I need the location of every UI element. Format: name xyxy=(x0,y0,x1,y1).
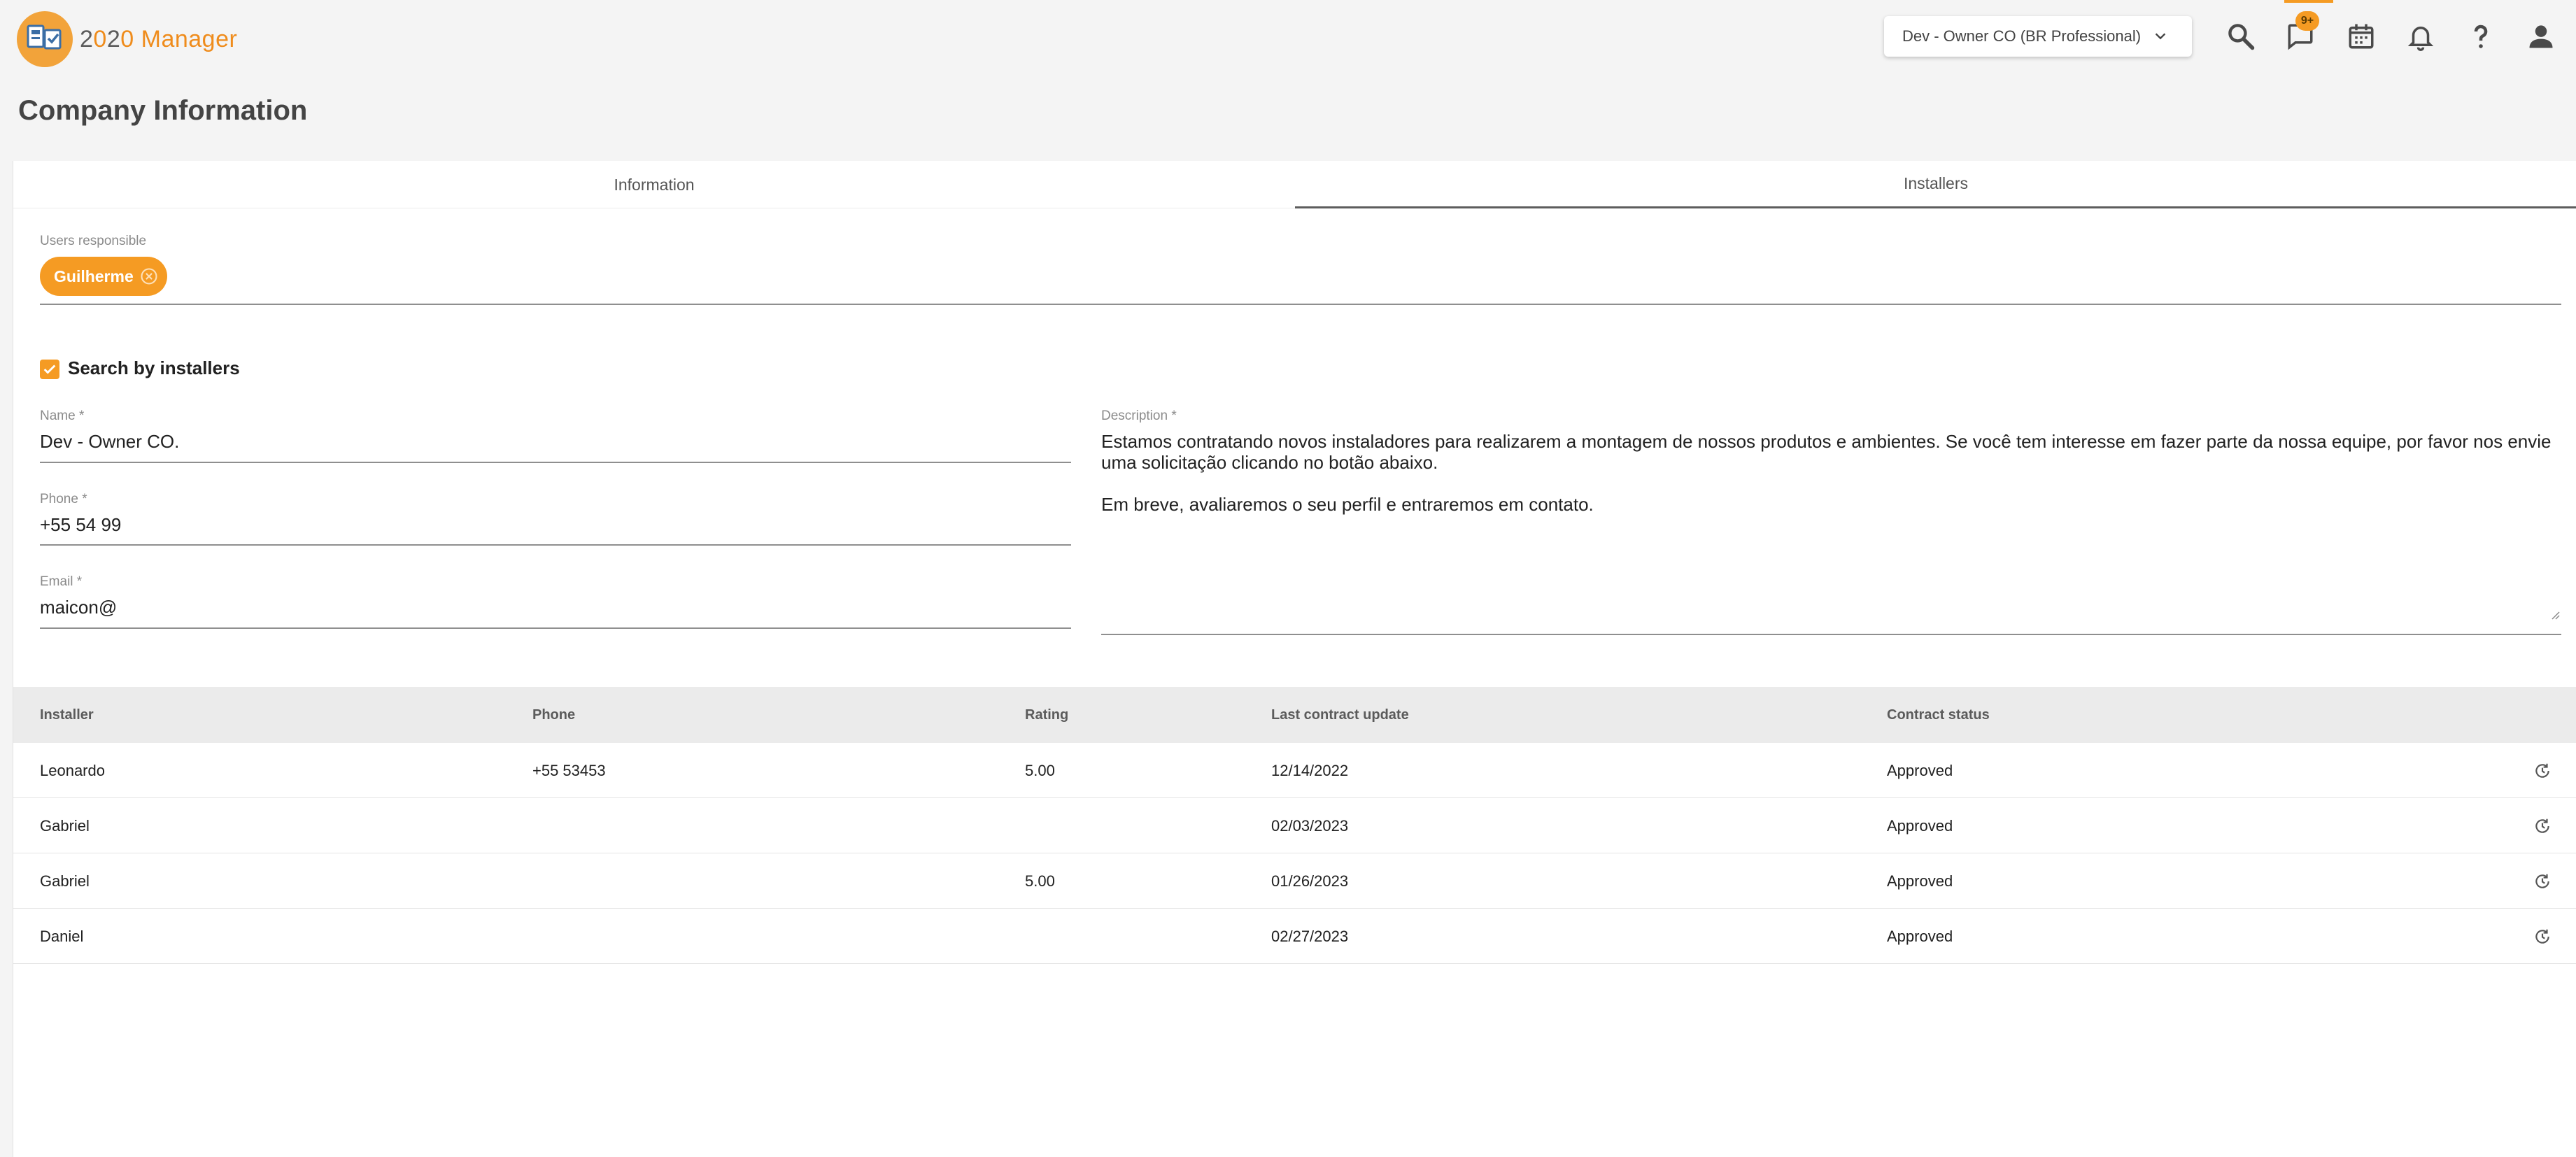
company-info-card: Information Installers Users responsible… xyxy=(13,161,2576,1157)
rating-cell: 5.00 xyxy=(1025,872,1055,890)
last-update-cell: 01/26/2023 xyxy=(1271,872,1349,890)
messages-indicator-line xyxy=(2284,0,2333,3)
resize-handle-icon[interactable] xyxy=(2549,609,2560,623)
page-title: Company Information xyxy=(18,95,308,126)
logo-badge-icon xyxy=(17,11,73,67)
installer-cell: Leonardo xyxy=(40,761,105,779)
table-row[interactable]: Gabriel 5.00 01/26/2023 Approved xyxy=(13,853,2576,909)
email-underline xyxy=(40,627,1071,629)
status-cell: Approved xyxy=(1887,816,1953,835)
user-chip-label: Guilherme xyxy=(54,267,134,285)
installer-cell: Daniel xyxy=(40,927,84,945)
logo-wordmark: 2020 Manager xyxy=(80,25,238,52)
bell-icon[interactable] xyxy=(2401,17,2440,56)
company-selector-label: Dev - Owner CO (BR Professional) xyxy=(1902,27,2142,45)
chevron-down-icon xyxy=(2153,29,2168,48)
last-update-cell: 02/27/2023 xyxy=(1271,927,1349,945)
table-row[interactable]: Gabriel 02/03/2023 Approved xyxy=(13,798,2576,853)
history-icon[interactable] xyxy=(2532,760,2553,781)
users-responsible-label: Users responsible xyxy=(40,234,147,248)
history-icon[interactable] xyxy=(2532,926,2553,947)
user-chip[interactable]: Guilherme xyxy=(40,257,167,296)
account-icon[interactable] xyxy=(2521,17,2561,56)
company-selector[interactable]: Dev - Owner CO (BR Professional) xyxy=(1884,16,2192,57)
last-update-cell: 02/03/2023 xyxy=(1271,816,1349,835)
search-by-installers-label: Search by installers xyxy=(68,357,240,378)
name-field[interactable]: Dev - Owner CO. xyxy=(40,431,179,453)
messages-badge: 9+ xyxy=(2295,11,2319,31)
table-row[interactable]: Daniel 02/27/2023 Approved xyxy=(13,909,2576,964)
description-label: Description * xyxy=(1101,409,1177,423)
column-header-last-contract-update[interactable]: Last contract update xyxy=(1271,687,1409,743)
search-icon[interactable] xyxy=(2221,17,2260,56)
status-cell: Approved xyxy=(1887,927,1953,945)
column-header-contract-status[interactable]: Contract status xyxy=(1887,687,1990,743)
rating-cell: 5.00 xyxy=(1025,761,1055,779)
description-paragraph: Estamos contratando novos instaladores p… xyxy=(1101,431,2552,473)
description-paragraph: Em breve, avaliaremos o seu perfil e ent… xyxy=(1101,494,1594,515)
phone-underline xyxy=(40,544,1071,546)
phone-cell: +55 53453 xyxy=(532,761,606,779)
name-label: Name * xyxy=(40,409,85,423)
table-row[interactable]: Leonardo +55 53453 5.00 12/14/2022 Appro… xyxy=(13,743,2576,798)
tab-information[interactable]: Information xyxy=(13,161,1295,208)
history-icon[interactable] xyxy=(2532,816,2553,837)
users-responsible-underline xyxy=(40,304,2561,305)
email-label: Email * xyxy=(40,574,83,589)
remove-chip-icon[interactable] xyxy=(139,267,159,286)
column-header-installer[interactable]: Installer xyxy=(40,687,94,743)
status-cell: Approved xyxy=(1887,761,1953,779)
phone-label: Phone * xyxy=(40,492,87,506)
history-icon[interactable] xyxy=(2532,871,2553,892)
email-field[interactable]: maicon@ xyxy=(40,597,117,618)
help-icon[interactable] xyxy=(2461,17,2500,56)
description-underline xyxy=(1101,634,2561,635)
app-logo[interactable]: 2020 Manager xyxy=(17,10,237,69)
description-textarea[interactable]: Estamos contratando novos instaladores p… xyxy=(1101,431,2563,515)
search-by-installers-checkbox[interactable] xyxy=(40,360,59,379)
installer-cell: Gabriel xyxy=(40,816,90,835)
installer-cell: Gabriel xyxy=(40,872,90,890)
app-header: 2020 Manager Dev - Owner CO (BR Professi… xyxy=(0,0,2576,78)
status-cell: Approved xyxy=(1887,872,1953,890)
installers-table-header: Installer Phone Rating Last contract upd… xyxy=(13,687,2576,743)
last-update-cell: 12/14/2022 xyxy=(1271,761,1349,779)
tab-installers[interactable]: Installers xyxy=(1295,161,2576,208)
name-underline xyxy=(40,462,1071,463)
column-header-phone[interactable]: Phone xyxy=(532,687,575,743)
phone-field[interactable]: +55 54 99 xyxy=(40,514,121,536)
column-header-rating[interactable]: Rating xyxy=(1025,687,1068,743)
tab-bar: Information Installers xyxy=(13,161,2576,208)
calendar-icon[interactable] xyxy=(2342,17,2381,56)
